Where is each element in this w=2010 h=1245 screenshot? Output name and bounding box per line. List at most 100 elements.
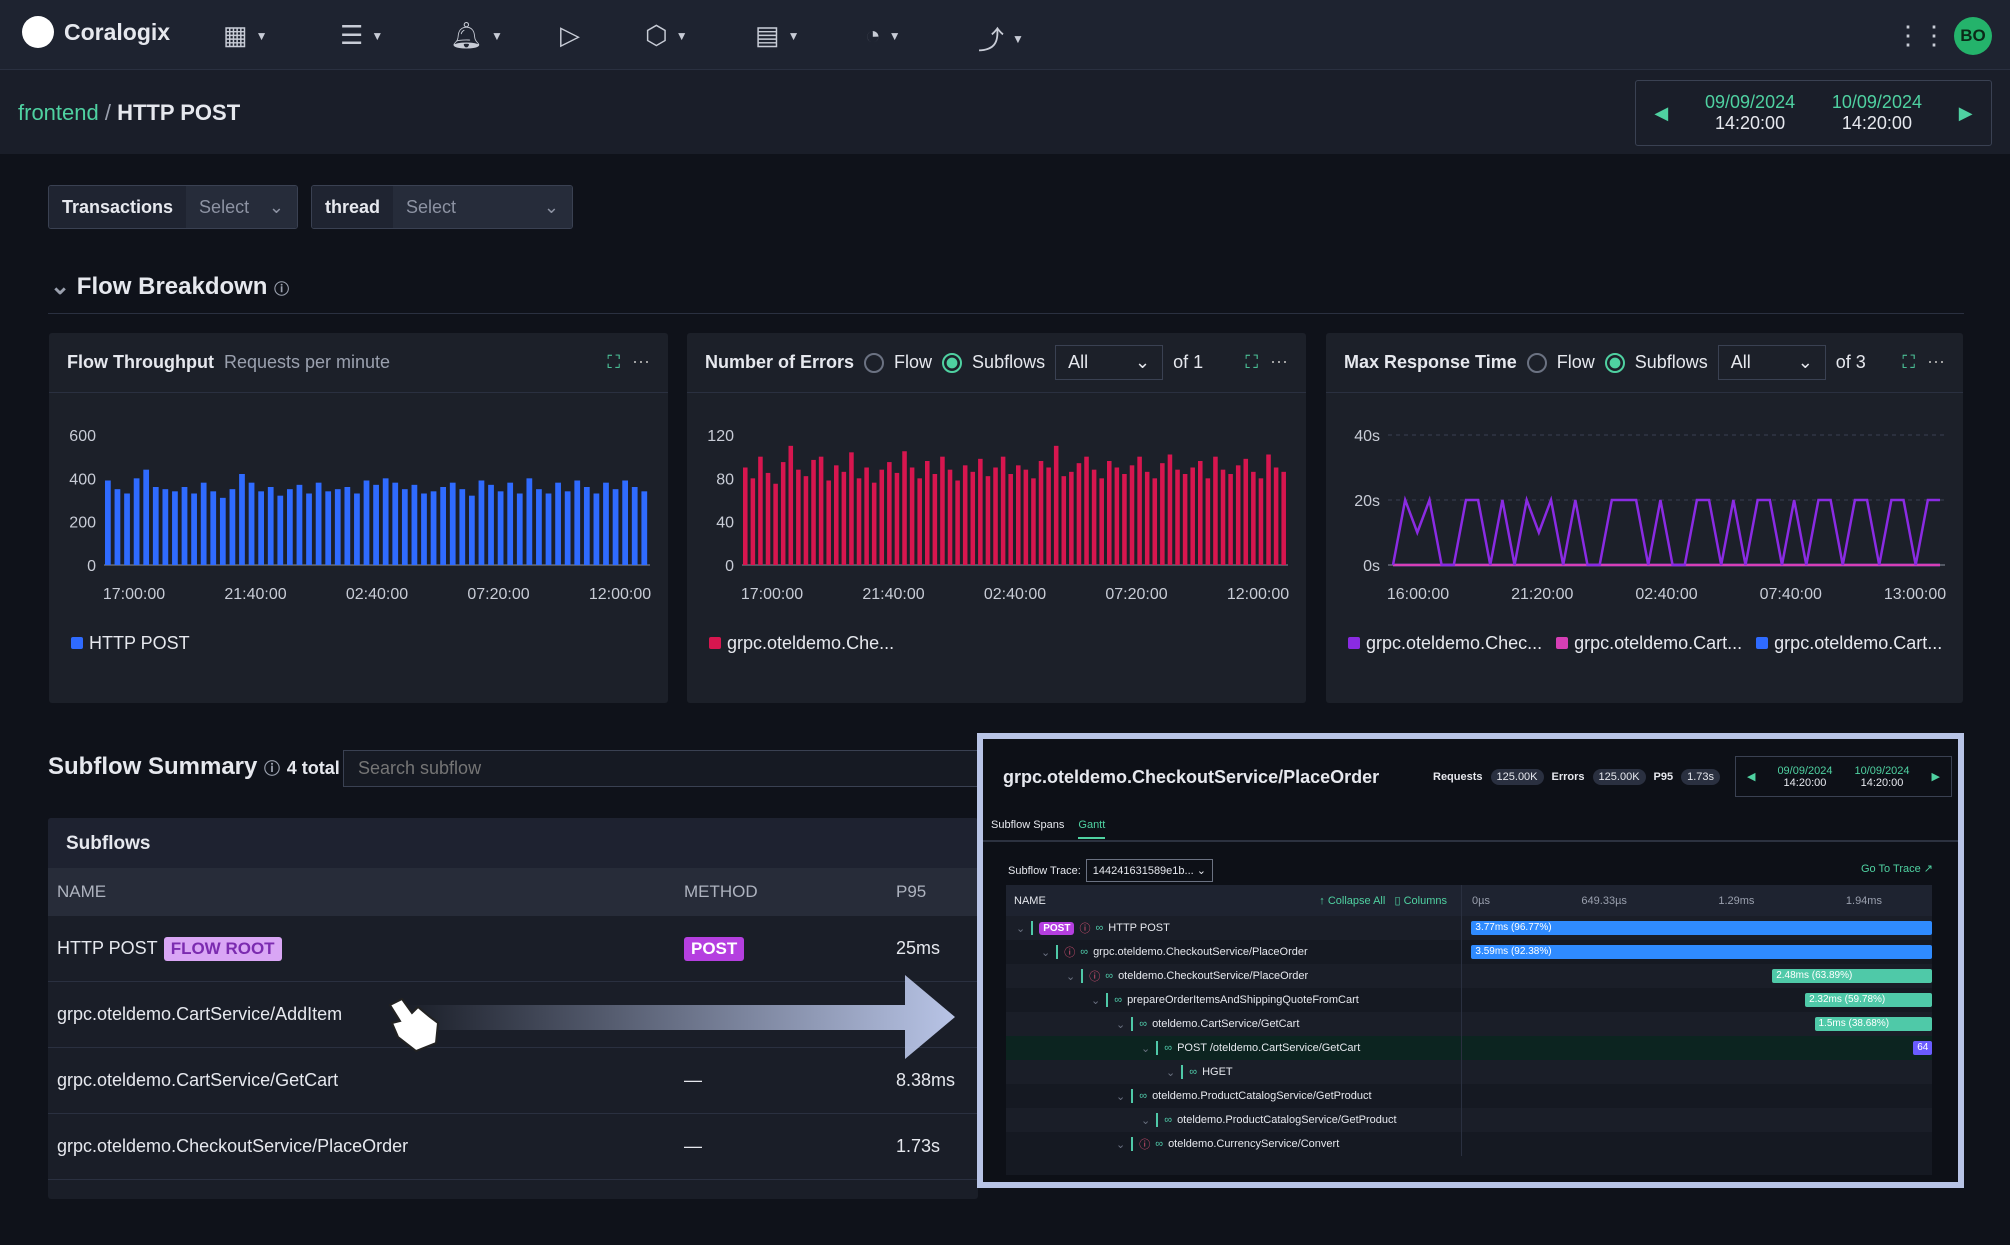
legend: grpc.oteldemo.Che... bbox=[709, 633, 894, 654]
gantt-row[interactable]: ⌄ ∞ oteldemo.ProductCatalogService/GetProd… bbox=[1006, 1084, 1932, 1108]
bar bbox=[641, 491, 648, 565]
trace-select[interactable]: 144241631589e1b... ⌄ bbox=[1085, 859, 1213, 882]
bar bbox=[603, 482, 609, 565]
bar bbox=[1061, 476, 1067, 565]
transactions-filter[interactable]: Transactions Select ⌄ bbox=[48, 185, 298, 229]
more-icon[interactable]: ⋯ bbox=[1927, 352, 1945, 373]
gantt-row[interactable]: ⌄ ⓘ ∞ oteldemo.CurrencyService/Convert bbox=[1006, 1132, 1932, 1156]
subflows-radio[interactable] bbox=[1604, 352, 1625, 373]
table-row[interactable]: grpc.oteldemo.CheckoutService/PlaceOrder… bbox=[48, 1114, 978, 1180]
bar bbox=[373, 484, 379, 565]
prev-icon: ◀ bbox=[1746, 771, 1756, 783]
span-bar[interactable]: 2.32ms (59.78%) bbox=[1805, 993, 1932, 1007]
date-range-picker[interactable]: ◀ 09/09/2024 14:20:00 10/09/2024 14:20:00 … bbox=[1635, 80, 1992, 146]
tab-gantt[interactable]: Gantt bbox=[1078, 819, 1106, 839]
gantt-row[interactable]: ⌄ ∞ oteldemo.CartService/GetCart 1.5ms (38.… bbox=[1006, 1012, 1932, 1036]
server-icon[interactable]: ▤ ▼ bbox=[755, 20, 799, 51]
bar bbox=[593, 493, 600, 565]
bar bbox=[765, 472, 771, 565]
bar bbox=[1129, 465, 1135, 565]
flow-breakdown-toggle[interactable]: ⌄ Flow Breakdown ⓘ bbox=[50, 272, 289, 301]
more-icon[interactable]: ⋯ bbox=[1270, 352, 1288, 373]
chevron-down-icon: ⌄ bbox=[1166, 1066, 1176, 1079]
service-icon: ∞ bbox=[1139, 1018, 1148, 1030]
play-icon[interactable]: ▷ bbox=[560, 20, 580, 51]
gantt-row[interactable]: ⌄ ∞ HGET bbox=[1006, 1060, 1932, 1084]
bar bbox=[803, 476, 809, 565]
bar bbox=[773, 483, 778, 565]
legend-item[interactable]: grpc.oteldemo.Che... bbox=[709, 633, 894, 654]
bar bbox=[363, 480, 370, 565]
bar bbox=[306, 493, 312, 565]
flow-icon[interactable]: ⤴ ▼ bbox=[978, 20, 1024, 57]
search-subflow-input[interactable] bbox=[343, 750, 983, 787]
gantt-row[interactable]: ⌄ ⓘ ∞ grpc.oteldemo.CheckoutService/PlaceOr… bbox=[1006, 940, 1932, 964]
subflow-select[interactable]: All ⌄ bbox=[1055, 345, 1164, 380]
expand-icon[interactable]: ⛶ bbox=[607, 352, 620, 373]
bar bbox=[411, 484, 418, 565]
x-tick-label: 13:00:00 bbox=[1884, 586, 1946, 603]
chevron-down-icon: ⌄ bbox=[1116, 1138, 1126, 1151]
bar bbox=[1023, 469, 1029, 565]
logs-icon[interactable]: ☰ ▼ bbox=[340, 20, 383, 51]
bell-icon[interactable]: 🔔︎ ▼ bbox=[450, 20, 503, 51]
bar bbox=[1091, 469, 1097, 565]
legend-item[interactable]: grpc.oteldemo.Chec... bbox=[1348, 633, 1542, 654]
gantt-row[interactable]: ⌄ ⓘ ∞ oteldemo.CheckoutService/PlaceOrder 2.… bbox=[1006, 964, 1932, 988]
column-header[interactable]: NAME bbox=[48, 882, 684, 902]
subflows-radio[interactable] bbox=[942, 352, 963, 373]
gantt-row[interactable]: ⌄ POST ⓘ ∞ HTTP POST 3.77ms (96.77%) bbox=[1006, 916, 1932, 940]
column-header[interactable]: METHOD bbox=[684, 882, 896, 902]
detail-date-range[interactable]: ◀ 09/09/2024 14:20:00 10/09/2024 14:20:00 ▶ bbox=[1735, 756, 1952, 797]
legend-item[interactable]: HTTP POST bbox=[71, 633, 190, 654]
tab-subflow-spans[interactable]: Subflow Spans bbox=[991, 819, 1064, 839]
bar bbox=[210, 491, 217, 565]
collapse-all-button[interactable]: ↑ Collapse All bbox=[1319, 895, 1385, 907]
y-tick-label: 120 bbox=[707, 428, 734, 445]
bar bbox=[871, 482, 877, 565]
go-to-trace-link[interactable]: Go To Trace ↗ bbox=[1861, 862, 1933, 875]
span-bar[interactable]: 3.77ms (96.77%) bbox=[1471, 921, 1932, 935]
service-icon: ∞ bbox=[1105, 970, 1114, 982]
columns-button[interactable]: ▯ Columns bbox=[1394, 895, 1447, 907]
bar bbox=[849, 452, 854, 565]
bar bbox=[258, 491, 265, 565]
expand-icon[interactable]: ⛶ bbox=[1902, 352, 1915, 373]
flow-radio[interactable] bbox=[1526, 352, 1547, 373]
span-bar[interactable]: 64 bbox=[1913, 1041, 1932, 1055]
bar bbox=[564, 491, 571, 565]
span-bar[interactable]: 3.59ms (92.38%) bbox=[1471, 945, 1932, 959]
span-bar[interactable]: 1.5ms (38.68%) bbox=[1814, 1017, 1932, 1031]
legend-item[interactable]: grpc.oteldemo.Cart... bbox=[1756, 633, 1942, 654]
logo[interactable]: Coralogix bbox=[22, 16, 170, 48]
gantt-row[interactable]: ⌄ ∞ oteldemo.ProductCatalogService/GetProd… bbox=[1006, 1108, 1932, 1132]
prev-icon[interactable]: ◀ bbox=[1654, 103, 1668, 124]
service-icon: ∞ bbox=[1139, 1090, 1148, 1102]
next-icon[interactable]: ▶ bbox=[1959, 103, 1973, 124]
dashboard-icon[interactable]: ▦ ▼ bbox=[223, 20, 267, 51]
gantt-row[interactable]: ⌄ ∞ prepareOrderItemsAndShippingQuoteFromC… bbox=[1006, 988, 1932, 1012]
subflow-select[interactable]: All ⌄ bbox=[1717, 345, 1826, 380]
column-header[interactable]: P95 bbox=[896, 882, 978, 902]
more-icon[interactable]: ⋯ bbox=[632, 352, 650, 373]
span-bar[interactable]: 2.48ms (63.89%) bbox=[1772, 969, 1932, 983]
breadcrumb-parent[interactable]: frontend bbox=[18, 100, 99, 125]
errors-panel: Number of Errors Flow Subflows All ⌄ of 1 ⛶ ⋯ 1… bbox=[687, 333, 1306, 703]
bar bbox=[478, 480, 485, 565]
filter-select[interactable]: Select ⌄ bbox=[186, 186, 297, 228]
bar bbox=[133, 478, 140, 565]
thread-filter[interactable]: thread Select ⌄ bbox=[311, 185, 573, 229]
gauge-icon[interactable]: ◔ ▼ bbox=[865, 20, 901, 51]
expand-icon[interactable]: ⛶ bbox=[1245, 352, 1258, 373]
bar bbox=[219, 497, 226, 565]
table-row[interactable]: HTTP POST FLOW ROOT POST 25ms bbox=[48, 916, 978, 982]
flow-radio[interactable] bbox=[864, 352, 885, 373]
hexagon-icon[interactable]: ⬡ ▼ bbox=[645, 20, 688, 51]
legend-item[interactable]: grpc.oteldemo.Cart... bbox=[1556, 633, 1742, 654]
filter-select[interactable]: Select ⌄ bbox=[393, 186, 572, 228]
bar bbox=[796, 469, 801, 565]
bar bbox=[841, 471, 847, 565]
bar bbox=[750, 478, 756, 565]
avatar[interactable]: BO bbox=[1954, 17, 1992, 55]
gantt-row[interactable]: ⌄ ∞ POST /oteldemo.CartService/GetCart 64 bbox=[1006, 1036, 1932, 1060]
